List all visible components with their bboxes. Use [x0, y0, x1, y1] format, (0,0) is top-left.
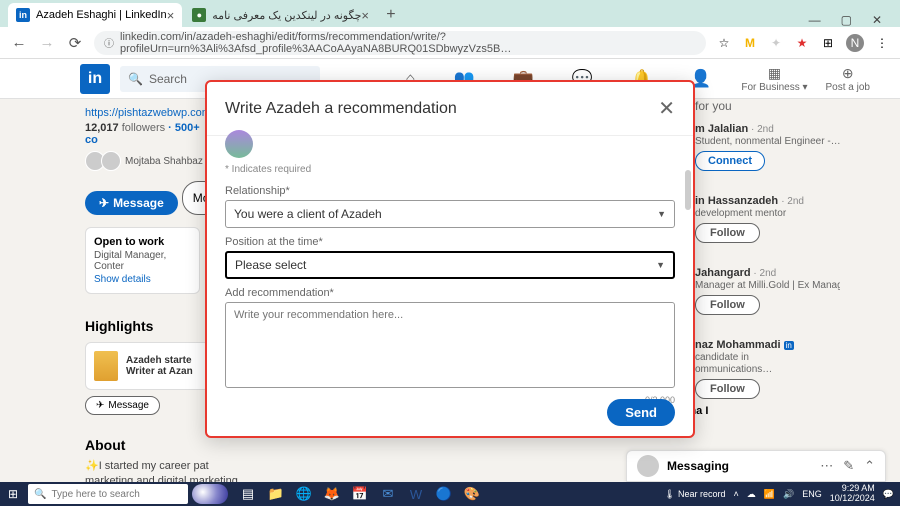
extension-m-icon[interactable]: M	[742, 35, 758, 51]
messaging-dock[interactable]: Messaging ⋯ ✎ ⌃	[626, 450, 886, 482]
post-job-label[interactable]: Post a job	[826, 82, 870, 93]
close-tab-icon[interactable]: ×	[361, 8, 369, 23]
onedrive-icon[interactable]: ☁	[747, 489, 756, 500]
relationship-select[interactable]: You were a client of Azadeh▼	[225, 200, 675, 228]
browser-tab-1[interactable]: in Azadeh Eshaghi | LinkedIn ×	[8, 3, 182, 27]
about-text: ✨I started my career pat marketing and d…	[85, 459, 625, 484]
volume-icon[interactable]: 🔊	[783, 489, 794, 500]
connect-button[interactable]: Connect	[695, 151, 765, 171]
messaging-label: Messaging	[667, 459, 729, 473]
user-avatar	[637, 455, 659, 477]
linkedin-favicon: in	[16, 8, 30, 22]
post-job-icon[interactable]: ⊕	[826, 65, 870, 82]
task-view-icon[interactable]: ▤	[238, 484, 258, 504]
close-window-button[interactable]: ✕	[872, 13, 882, 27]
extensions-puzzle-icon[interactable]: ⊞	[820, 35, 836, 51]
suggestion-item: in Hassanzadeh · 2nd development mentor …	[695, 189, 840, 249]
send-button[interactable]: Send	[607, 399, 675, 426]
edge-icon[interactable]: 🌐	[294, 484, 314, 504]
about-heading: About	[85, 437, 205, 453]
otw-title: Open to work	[94, 236, 191, 248]
clock[interactable]: 9:29 AM 10/12/2024	[830, 484, 875, 504]
profile-avatar	[225, 130, 253, 158]
followers-count: 12,017 followers · 500+ co	[85, 122, 205, 146]
calendar-icon[interactable]: 📅	[350, 484, 370, 504]
reload-button[interactable]: ⟳	[66, 34, 84, 52]
new-tab-button[interactable]: +	[379, 3, 403, 27]
extension-star-icon[interactable]: ★	[794, 35, 810, 51]
search-icon: 🔍	[34, 489, 46, 500]
tab-title: چگونه در لینکدین یک معرفی نامه	[212, 9, 361, 22]
minimize-button[interactable]: —	[809, 13, 821, 27]
weather-widget[interactable]: 🌡 Near record	[664, 489, 725, 500]
relationship-label: Relationship*	[225, 185, 675, 197]
browser-tab-2[interactable]: ● چگونه در لینکدین یک معرفی نامه ×	[184, 3, 377, 27]
linkedin-logo[interactable]: in	[80, 64, 110, 94]
profile-website-link[interactable]: https://pishtazwebwp.com	[85, 107, 211, 119]
search-placeholder: Search	[149, 72, 187, 86]
mail-icon[interactable]: ✉	[378, 484, 398, 504]
notifications-tray-icon[interactable]: 💬	[883, 489, 894, 500]
suggestion-item: Jahangard · 2nd Manager at Milli.Gold | …	[695, 261, 840, 321]
word-icon[interactable]: W	[406, 484, 426, 504]
maximize-button[interactable]: ▢	[841, 13, 852, 27]
recommendation-modal: Write Azadeh a recommendation ✕ * Indica…	[205, 80, 695, 438]
extension-icon[interactable]: ✦	[768, 35, 784, 51]
chrome-menu-icon[interactable]: ⋮	[874, 35, 890, 51]
avatar	[101, 151, 121, 171]
highlight-message-button[interactable]: ✈ Message	[85, 396, 160, 415]
suggestion-item: naz Mohammadi in candidate in ommunicati…	[695, 333, 840, 405]
close-tab-icon[interactable]: ×	[167, 8, 175, 23]
messaging-options-icon[interactable]: ⋯	[820, 458, 833, 474]
position-label: Position at the time*	[225, 236, 675, 248]
address-bar[interactable]: ⓘ linkedin.com/in/azadeh-eshaghi/edit/fo…	[94, 31, 706, 55]
highlight-card: Azadeh starte Writer at Azan	[85, 342, 210, 390]
highlights-heading: Highlights	[85, 318, 205, 334]
business-label[interactable]: For Business ▾	[741, 82, 807, 93]
network-icon[interactable]: 📶	[764, 489, 775, 500]
windows-taskbar: ⊞ 🔍 Type here to search ▤ 📁 🌐 🦊 📅 ✉ W 🔵 …	[0, 482, 900, 506]
suggestion-item: m Jalalian · 2nd Student, nonmental Engi…	[695, 117, 840, 177]
follow-button[interactable]: Follow	[695, 295, 760, 315]
search-icon: 🔍	[128, 72, 143, 86]
open-to-work-card[interactable]: Open to work Digital Manager, Conter Sho…	[85, 227, 200, 294]
highlight-icon	[94, 351, 118, 381]
site-favicon: ●	[192, 8, 206, 22]
message-button[interactable]: ✈ Message	[85, 191, 178, 215]
profile-avatar-icon[interactable]: N	[846, 34, 864, 52]
taskbar-widget-icon[interactable]	[192, 484, 228, 504]
forward-button[interactable]: →	[38, 34, 56, 51]
chrome-icon[interactable]: 🔵	[434, 484, 454, 504]
close-modal-button[interactable]: ✕	[658, 96, 675, 121]
recommendation-textarea[interactable]	[225, 302, 675, 388]
url-text: linkedin.com/in/azadeh-eshaghi/edit/form…	[120, 31, 696, 55]
expand-messaging-icon[interactable]: ⌃	[864, 458, 875, 474]
dropdown-arrow-icon: ▼	[656, 260, 665, 270]
business-grid-icon[interactable]: ▦	[741, 65, 807, 82]
firefox-icon[interactable]: 🦊	[322, 484, 342, 504]
paint-icon[interactable]: 🎨	[462, 484, 482, 504]
file-explorer-icon[interactable]: 📁	[266, 484, 286, 504]
bookmark-star-icon[interactable]: ☆	[716, 35, 732, 51]
language-icon[interactable]: ENG	[802, 489, 822, 499]
sidebar-header: for you	[695, 99, 840, 113]
recommendation-label: Add recommendation*	[225, 287, 675, 299]
otw-subtitle: Digital Manager, Conter	[94, 250, 191, 272]
required-label: * Indicates required	[225, 164, 675, 175]
follow-button[interactable]: Follow	[695, 223, 760, 243]
modal-title: Write Azadeh a recommendation	[225, 100, 457, 118]
back-button[interactable]: ←	[10, 34, 28, 51]
otw-details-link[interactable]: Show details	[94, 274, 191, 285]
start-button[interactable]: ⊞	[0, 482, 26, 506]
dropdown-arrow-icon: ▼	[657, 209, 666, 219]
tray-up-icon[interactable]: ˄	[734, 489, 739, 499]
position-select[interactable]: Please select▼	[225, 251, 675, 279]
taskbar-search[interactable]: 🔍 Type here to search	[28, 484, 188, 504]
site-info-icon[interactable]: ⓘ	[104, 35, 114, 50]
tab-title: Azadeh Eshaghi | LinkedIn	[36, 9, 167, 21]
mutual-connections[interactable]: Mojtaba Shahbaz	[85, 151, 205, 171]
compose-message-icon[interactable]: ✎	[843, 458, 854, 474]
